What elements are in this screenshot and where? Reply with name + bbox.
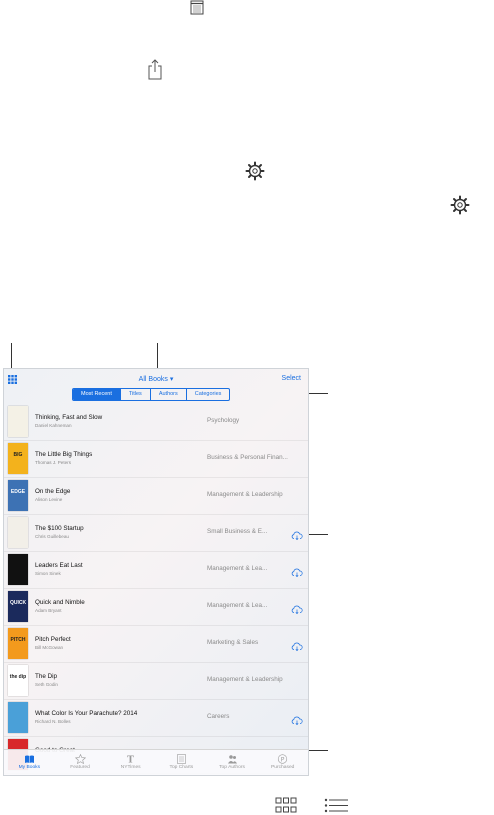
book-title: Leaders Eat Last <box>35 562 83 569</box>
book-row[interactable]: QUICK Quick and Nimble Adam Bryant Manageme… <box>4 588 308 626</box>
book-author: Richard N. Bolles <box>35 719 71 724</box>
segment-authors[interactable]: Authors <box>149 389 186 400</box>
book-author: Bill McGowan <box>35 645 64 650</box>
book-category: Marketing & Sales <box>207 639 259 646</box>
book-title: The Dip <box>35 673 58 680</box>
book-cover[interactable] <box>8 406 28 437</box>
book-row[interactable]: BIG The Little Big Things Thomas J. Peters… <box>4 440 308 478</box>
book-author: Chris Guillebeau <box>35 534 69 539</box>
chevron-down-icon: ▾ <box>169 376 174 383</box>
book-title: Quick and Nimble <box>35 599 85 606</box>
book-cover[interactable]: EDGE <box>8 480 28 511</box>
icloud-download-icon[interactable] <box>291 527 303 541</box>
tab-top-charts[interactable]: Top Charts <box>156 750 207 775</box>
book-author: Thomas J. Peters <box>35 460 71 465</box>
purchased-icon: P <box>257 754 308 764</box>
icloud-download-icon[interactable] <box>291 638 303 652</box>
segment-titles[interactable]: Titles <box>119 389 150 400</box>
people-icon <box>207 754 258 764</box>
cover-text: PITCH <box>10 637 26 643</box>
book-icon <box>4 754 55 764</box>
book-category: Management & Leadership <box>207 491 283 498</box>
tab-featured[interactable]: Featured <box>55 750 106 775</box>
book-title: Thinking, Fast and Slow <box>35 414 103 421</box>
book-row[interactable]: The $100 Startup Chris Guillebeau Small Bu… <box>4 514 308 552</box>
cover-text: QUICK <box>9 600 27 606</box>
book-title: On the Edge <box>35 488 71 495</box>
select-button[interactable]: Select <box>282 375 301 382</box>
icloud-download-icon[interactable] <box>291 601 303 615</box>
svg-text:T: T <box>127 756 134 765</box>
tab-label: NYTimes <box>120 765 141 770</box>
book-author: Adam Bryant <box>35 608 62 613</box>
tab-bar: My Books Featured T NYTimes Top Charts Top Au… <box>4 749 308 775</box>
svg-text:P: P <box>281 756 285 763</box>
grid-view-icon <box>275 797 297 813</box>
book-row[interactable]: Leaders Eat Last Simon Sinek Management & … <box>4 551 308 589</box>
book-cover[interactable]: PITCH <box>8 628 28 659</box>
icloud-download-icon[interactable] <box>291 712 303 726</box>
book-category: Careers <box>207 713 230 720</box>
book-cover[interactable]: QUICK <box>8 591 28 622</box>
book-category: Psychology <box>207 417 240 424</box>
tab-label: My Books <box>18 765 41 770</box>
tab-top-authors[interactable]: Top Authors <box>207 750 258 775</box>
book-row[interactable]: EDGE On the Edge Alison Levine Management &… <box>4 477 308 515</box>
tab-nytimes[interactable]: T NYTimes <box>105 750 156 775</box>
tab-my-books[interactable]: My Books <box>4 750 55 775</box>
tab-label: Top Authors <box>219 765 245 770</box>
table-of-contents-icon <box>190 0 204 15</box>
book-row[interactable]: Thinking, Fast and Slow Daniel Kahneman Ps… <box>4 403 308 441</box>
book-title: What Color Is Your Parachute? 2014 <box>35 710 138 717</box>
tab-purchased[interactable]: P Purchased <box>257 750 308 775</box>
book-category: Management & Lea... <box>207 602 268 609</box>
cover-text: the dip <box>9 674 27 680</box>
share-icon <box>148 59 162 80</box>
list-icon <box>156 754 207 764</box>
segment-most-recent[interactable]: Most Recent <box>73 389 120 400</box>
book-row[interactable]: What Color Is Your Parachute? 2014 Richar… <box>4 699 308 737</box>
cover-text: EDGE <box>10 489 26 495</box>
book-author: Alison Levine <box>35 497 63 502</box>
book-author: Seth Godin <box>35 682 58 687</box>
tab-label: Top Charts <box>169 765 194 770</box>
collections-menu[interactable]: All Books ▾ <box>4 375 308 383</box>
tab-label: Featured <box>70 765 90 770</box>
book-title: The $100 Startup <box>35 525 84 532</box>
tab-label: Purchased <box>271 765 295 770</box>
star-icon <box>55 754 106 764</box>
book-cover[interactable] <box>8 517 28 548</box>
book-author: Simon Sinek <box>35 571 61 576</box>
list-view-icon <box>324 798 348 813</box>
book-category: Management & Lea... <box>207 565 268 572</box>
book-row[interactable]: PITCH Pitch Perfect Bill McGowan Marketing … <box>4 625 308 663</box>
book-category: Small Business & E... <box>207 528 268 535</box>
book-category: Business & Personal Finan... <box>207 454 288 461</box>
book-cover[interactable] <box>8 554 28 585</box>
collections-title: All Books <box>138 376 168 383</box>
nytimes-icon: T <box>105 754 156 765</box>
book-title: The Little Big Things <box>35 451 93 458</box>
cover-text: BIG <box>13 452 23 458</box>
book-cover[interactable] <box>8 702 28 733</box>
settings-gear-icon <box>450 195 470 215</box>
book-cover[interactable]: the dip <box>8 665 28 696</box>
book-category: Management & Leadership <box>207 676 283 683</box>
sort-segmented-control: Most Recent Titles Authors Categories <box>72 388 231 401</box>
book-cover[interactable]: BIG <box>8 443 28 474</box>
ibooks-library-screen: All Books ▾ Select Most Recent Titles Auth… <box>3 368 309 776</box>
segment-categories[interactable]: Categories <box>185 389 230 400</box>
book-author: Daniel Kahneman <box>35 423 72 428</box>
book-row[interactable]: the dip The Dip Seth Godin Management & Lea… <box>4 662 308 700</box>
book-title: Pitch Perfect <box>35 636 71 643</box>
icloud-download-icon[interactable] <box>291 564 303 578</box>
settings-gear-icon <box>245 161 265 181</box>
navigation-bar: All Books ▾ Select <box>4 369 308 389</box>
